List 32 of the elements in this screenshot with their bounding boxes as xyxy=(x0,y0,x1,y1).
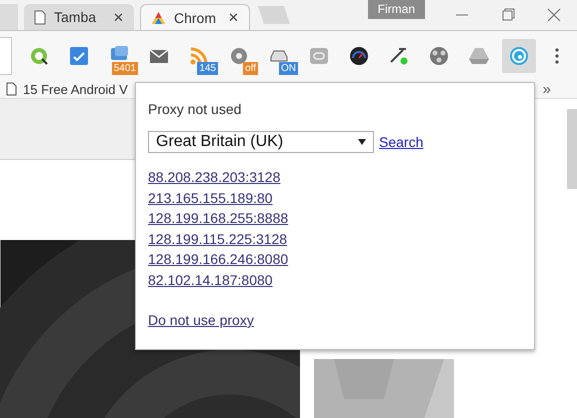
proxy-link[interactable]: 88.208.238.203:3128 xyxy=(148,167,280,188)
status-text: Proxy not used xyxy=(148,101,242,117)
extension-badge: 145 xyxy=(197,62,218,74)
proxy-link[interactable]: 128.199.168.255:8888 xyxy=(148,208,288,228)
address-bar[interactable] xyxy=(0,36,12,74)
proxy-link[interactable]: 128.199.115.225:3128 xyxy=(148,228,288,249)
extension-badge: 5401 xyxy=(112,62,138,74)
extension-button[interactable]: ON xyxy=(262,38,296,72)
bookmark-link[interactable]: 15 Free Android V xyxy=(23,82,128,96)
no-proxy-link[interactable]: Do not use proxy xyxy=(148,310,254,330)
country-dropdown[interactable]: Great Britain (UK) xyxy=(148,131,374,153)
extension-button[interactable]: 145 xyxy=(182,38,216,72)
close-tab-button[interactable]: ✕ xyxy=(228,10,239,25)
tab-title: Chrom xyxy=(174,10,218,26)
extension-badge: off xyxy=(243,62,258,74)
extension-badge: ON xyxy=(279,62,298,74)
proxy-link[interactable]: 213.165.155.189:80 xyxy=(148,188,273,208)
close-tab-button[interactable]: ✕ xyxy=(113,10,124,24)
search-link[interactable]: Search xyxy=(379,134,424,150)
checkmark-icon xyxy=(68,44,90,66)
browser-tab[interactable]: Chrom ✕ xyxy=(140,4,250,30)
page-icon xyxy=(34,10,46,24)
bookmarks-overflow-button[interactable]: » xyxy=(542,80,551,98)
gauge-icon xyxy=(348,44,370,66)
colorful-triangle-icon xyxy=(151,10,166,24)
film-reel-icon xyxy=(428,44,450,66)
tab-title: Tamba xyxy=(54,9,98,25)
proxy-link[interactable]: 128.199.166.246:8080 xyxy=(148,249,288,270)
caret-icon xyxy=(358,139,366,145)
scrollbar[interactable] xyxy=(567,109,577,189)
proxy-link[interactable]: 82.102.14.187:8080 xyxy=(148,270,273,290)
browser-tab[interactable]: Tamba ✕ xyxy=(24,4,134,30)
